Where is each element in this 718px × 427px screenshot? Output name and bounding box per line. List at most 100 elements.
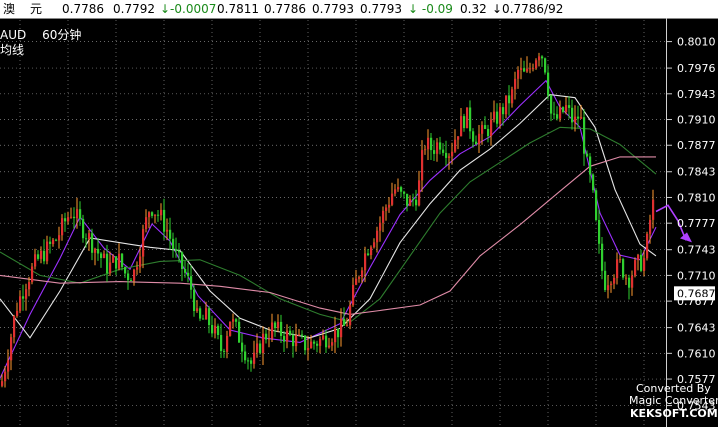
candle-body — [241, 342, 244, 352]
y-axis-tick-label: 0.7810 — [677, 191, 716, 204]
candle-body — [247, 360, 250, 362]
candle-body — [265, 333, 268, 340]
candle-body — [634, 260, 637, 276]
candle-body — [400, 187, 403, 192]
candle-body — [553, 113, 556, 115]
candle-body — [589, 156, 592, 175]
candle-body — [628, 277, 631, 288]
candle-body — [100, 253, 103, 258]
candle-body — [445, 152, 448, 158]
y-axis-tick-label: 0.7910 — [677, 114, 716, 127]
candle-body — [430, 137, 433, 151]
candle-body — [328, 345, 331, 348]
candle-body — [277, 321, 280, 329]
candle-body — [583, 117, 586, 154]
candle-body — [193, 289, 196, 311]
symbol-label: AUD — [0, 28, 27, 42]
candle-body — [73, 216, 76, 219]
y-axis-tick-label: 0.7710 — [677, 269, 716, 282]
candle-body — [283, 335, 286, 342]
candle-body — [541, 56, 544, 59]
candle-body — [52, 239, 55, 244]
candle-body — [214, 325, 217, 334]
candle-body — [259, 343, 262, 353]
candle-body — [121, 253, 124, 267]
candle-body — [358, 277, 361, 279]
y-axis-tick-label: 0.8010 — [677, 36, 716, 49]
candle-body — [520, 68, 523, 70]
candle-body — [13, 315, 16, 338]
candle-body — [307, 348, 310, 351]
candle-body — [493, 111, 496, 120]
candle-body — [652, 199, 655, 220]
candle-body — [154, 214, 157, 216]
candle-body — [457, 136, 460, 140]
candle-body — [442, 149, 445, 153]
candle-body — [115, 256, 118, 269]
candle-body — [649, 219, 652, 234]
candle-body — [70, 216, 73, 218]
candle-body — [46, 241, 49, 262]
candle-body — [595, 190, 598, 220]
candle-body — [499, 107, 502, 124]
y-axis-tick-label: 0.7743 — [677, 244, 716, 257]
y-axis-tick-label: 0.7976 — [677, 62, 716, 75]
candle-body — [604, 270, 607, 290]
candle-body — [469, 107, 472, 132]
period-label: 60分钟 — [42, 28, 82, 42]
candle-body — [166, 229, 169, 232]
y-axis-tick-label: 0.7877 — [677, 139, 716, 152]
candle-body — [148, 212, 151, 218]
candle-body — [202, 318, 205, 320]
candle-body — [484, 125, 487, 129]
candle-body — [556, 114, 559, 119]
candle-body — [340, 318, 343, 338]
candle-body — [112, 256, 115, 263]
candle-body — [538, 56, 541, 61]
candle-body — [169, 229, 172, 239]
candle-body — [313, 341, 316, 344]
candle-body — [58, 235, 61, 241]
candle-body — [349, 305, 352, 326]
moving-average-line — [0, 126, 657, 323]
candle-body — [223, 350, 226, 352]
candle-body — [268, 338, 271, 340]
candle-body — [325, 335, 328, 348]
candle-body — [160, 209, 163, 216]
candle-body — [7, 360, 10, 372]
candle-body — [514, 78, 517, 90]
candle-body — [607, 285, 610, 291]
candle-body — [454, 139, 457, 152]
watermark-brand: KEKSOFT.COM — [630, 407, 718, 420]
candle-body — [22, 296, 25, 299]
candle-body — [481, 125, 484, 134]
candle-body — [427, 137, 430, 150]
candle-body — [352, 284, 355, 306]
candle-body — [295, 335, 298, 347]
candle-body — [523, 68, 526, 72]
candle-body — [337, 328, 340, 338]
candle-body — [91, 233, 94, 253]
candle-body — [94, 248, 97, 253]
candle-body — [211, 325, 214, 334]
candle-body — [526, 68, 529, 72]
candle-body — [85, 238, 88, 240]
candle-body — [151, 212, 154, 216]
candle-body — [403, 191, 406, 194]
candle-body — [181, 252, 184, 269]
candle-body — [256, 343, 259, 353]
candle-body — [370, 247, 373, 256]
candle-body — [40, 250, 43, 259]
candle-body — [127, 273, 130, 281]
candle-body — [196, 308, 199, 311]
moving-average-line — [0, 156, 656, 315]
candle-body — [622, 259, 625, 278]
candle-body — [610, 283, 613, 286]
candle-body — [487, 128, 490, 136]
candle-body — [298, 334, 301, 336]
candle-body — [271, 322, 274, 339]
watermark-line-2: Magic Converter — [629, 394, 718, 407]
candle-body — [88, 233, 91, 240]
candle-body — [517, 70, 520, 79]
candle-body — [586, 153, 589, 157]
